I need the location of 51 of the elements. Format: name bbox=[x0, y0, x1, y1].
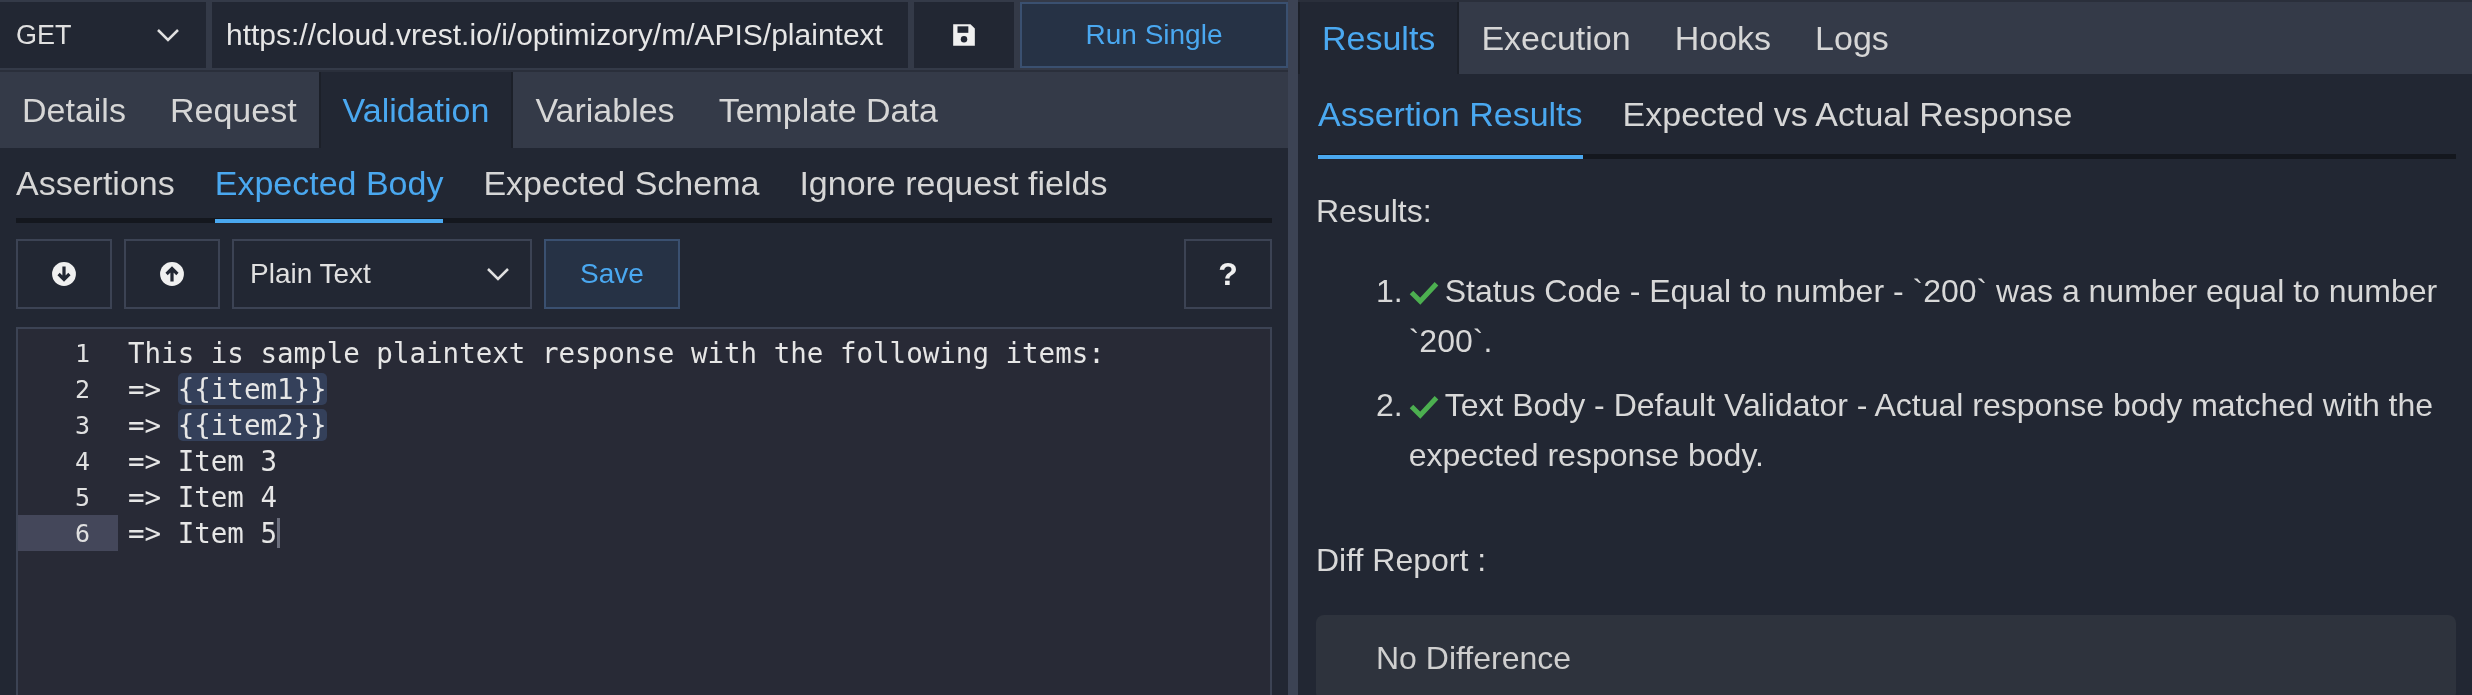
code-editor[interactable]: 1 This is sample plaintext response with the following items: 2 => {{item1}} 3 => {{item2}} 4 => Item 3 5 => Item 4 6 => Item 5 bbox=[16, 327, 1272, 695]
line-number: 5 bbox=[73, 481, 91, 514]
code-text: => Item 3 bbox=[128, 445, 277, 477]
help-button[interactable]: ? bbox=[1184, 239, 1272, 309]
code-text: => Item 5 bbox=[128, 517, 277, 549]
tab[interactable]: Validation bbox=[318, 72, 514, 148]
save-icon-button[interactable] bbox=[914, 2, 1014, 68]
tab[interactable]: Hooks bbox=[1652, 2, 1794, 74]
code-text: => bbox=[128, 373, 163, 405]
line-number: 6 bbox=[18, 515, 118, 551]
tab[interactable]: Template Data bbox=[696, 72, 960, 148]
body-type-dropdown[interactable]: Plain Text bbox=[232, 239, 532, 309]
results-heading: Results: bbox=[1316, 193, 1433, 230]
code-text: => Item 4 bbox=[128, 481, 277, 513]
tab[interactable]: Request bbox=[147, 72, 319, 148]
code-text: This is sample plaintext response with the following items: bbox=[128, 337, 1105, 369]
tab[interactable]: Expected vs Actual Response bbox=[1622, 74, 2073, 159]
line-number: 2 bbox=[73, 373, 91, 406]
template-variable: {{item1}} bbox=[177, 373, 327, 405]
line-number: 3 bbox=[73, 409, 91, 442]
tab[interactable]: Assertions bbox=[16, 148, 175, 223]
save-button[interactable]: Save bbox=[544, 239, 680, 309]
up-arrow-circle-icon bbox=[159, 261, 185, 287]
upload-button[interactable] bbox=[124, 239, 220, 309]
line-number: 4 bbox=[73, 445, 91, 478]
code-text: => bbox=[128, 409, 163, 441]
list-number: 1. bbox=[1376, 272, 1403, 311]
caret-icon bbox=[156, 28, 180, 42]
download-button[interactable] bbox=[16, 239, 112, 309]
list-number: 2. bbox=[1376, 386, 1403, 425]
tab[interactable]: Execution bbox=[1459, 2, 1653, 74]
tab[interactable]: Logs bbox=[1793, 2, 1911, 74]
line-number: 1 bbox=[73, 337, 91, 370]
tab[interactable]: Assertion Results bbox=[1318, 74, 1583, 159]
url-field[interactable]: https://cloud.vrest.io/i/optimizory/m/APIS/plaintext bbox=[212, 2, 908, 68]
template-variable: {{item2}} bbox=[177, 409, 327, 441]
assertion-result-text: Status Code - Equal to number - `200` was a number equal to number `200`. bbox=[1408, 272, 2439, 361]
tab[interactable]: Variables bbox=[513, 72, 697, 148]
caret-icon bbox=[486, 267, 510, 281]
tab[interactable]: Expected Schema bbox=[483, 148, 760, 223]
tab[interactable]: Details bbox=[0, 72, 148, 148]
assertion-result-text: Text Body - Default Validator - Actual response body matched with the expected response body. bbox=[1408, 386, 2435, 475]
tab[interactable]: Ignore request fields bbox=[799, 148, 1108, 223]
tab[interactable]: Expected Body bbox=[214, 148, 444, 223]
tab[interactable]: Results bbox=[1298, 2, 1460, 74]
diff-report-heading: Diff Report : bbox=[1316, 542, 1488, 579]
text-cursor bbox=[277, 518, 280, 548]
run-single-button[interactable]: Run Single bbox=[1020, 2, 1288, 68]
diff-result-text: No Difference bbox=[1376, 639, 1572, 677]
down-arrow-circle-icon bbox=[51, 261, 77, 287]
method-dropdown[interactable]: GET bbox=[0, 2, 206, 68]
